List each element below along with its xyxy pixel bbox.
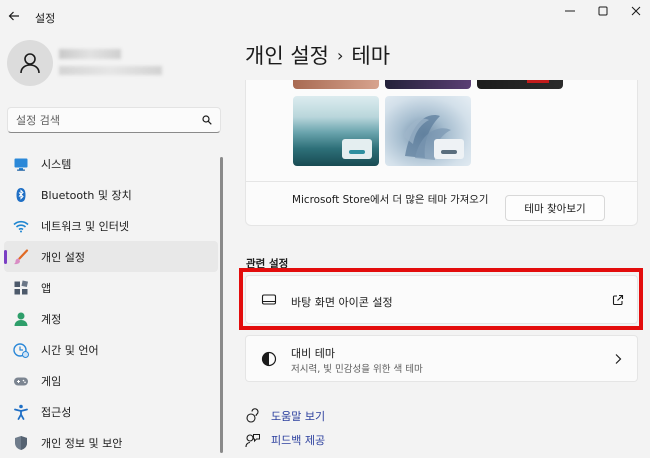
theme-gallery-card: Microsoft Store에서 더 많은 테마 가져오기 테마 찾아보기 (245, 80, 638, 226)
minimize-button[interactable] (555, 2, 585, 20)
theme-thumbnail-lake[interactable] (293, 96, 379, 166)
breadcrumb-separator: › (336, 46, 344, 65)
accessibility-icon (12, 403, 30, 421)
avatar (7, 40, 53, 86)
contrast-themes-title: 대비 테마 (291, 347, 335, 360)
monitor-icon (12, 155, 30, 173)
sidebar-item-label: 개인 정보 및 보안 (41, 436, 123, 450)
help-link-text[interactable]: 도움말 보기 (271, 408, 325, 424)
sidebar-item-privacy-security[interactable]: 개인 정보 및 보안 (4, 427, 218, 458)
theme-accent-swatch (527, 80, 549, 83)
maximize-button[interactable] (588, 2, 618, 20)
contrast-icon (260, 350, 278, 368)
sidebar-item-gaming[interactable]: 게임 (4, 365, 218, 396)
close-icon (631, 6, 641, 16)
page-title: 테마 (351, 44, 391, 68)
sidebar-item-label: 개인 설정 (41, 250, 85, 264)
search-input[interactable] (16, 113, 202, 127)
apps-icon (12, 279, 30, 297)
help-link[interactable]: 도움말 보기 (245, 408, 325, 424)
theme-preview-bar (441, 150, 457, 154)
feedback-link[interactable]: 피드백 제공 (245, 432, 325, 448)
browse-themes-button[interactable]: 테마 찾아보기 (505, 195, 605, 221)
sidebar-item-label: 계정 (41, 312, 62, 326)
account-icon (12, 310, 30, 328)
sidebar-nav: 시스템 Bluetooth 및 장치 네트워크 및 인터넷 개인 설정 앱 계정 (4, 148, 218, 458)
app-title: 설정 (35, 12, 56, 25)
desktop-icon-settings-title: 바탕 화면 아이콘 설정 (291, 296, 393, 309)
theme-preview-window (342, 139, 372, 159)
open-external-icon (611, 293, 625, 307)
sidebar-item-label: 네트워크 및 인터넷 (41, 219, 129, 233)
sidebar-item-label: 시스템 (41, 157, 72, 171)
breadcrumb: 개인 설정 › 테마 (245, 40, 390, 70)
help-icon (245, 408, 261, 424)
breadcrumb-parent[interactable]: 개인 설정 (245, 44, 329, 68)
wifi-icon (12, 217, 30, 235)
sidebar-item-label: 시간 및 언어 (41, 343, 99, 357)
sidebar-item-label: 접근성 (41, 405, 72, 419)
close-button[interactable] (621, 2, 650, 20)
sidebar-item-network[interactable]: 네트워크 및 인터넷 (4, 210, 218, 241)
theme-thumbnail[interactable] (293, 80, 379, 89)
sidebar-item-accounts[interactable]: 계정 (4, 303, 218, 334)
back-arrow-icon (8, 11, 19, 21)
sidebar-scrollbar[interactable] (220, 157, 223, 453)
sidebar-item-time-language[interactable]: 시간 및 언어 (4, 334, 218, 365)
desktop-icon (260, 291, 278, 309)
sidebar-item-label: Bluetooth 및 장치 (41, 188, 132, 202)
contrast-themes-card[interactable]: 대비 테마 저시력, 빛 민감성을 위한 색 테마 (245, 335, 638, 382)
maximize-icon (598, 6, 608, 16)
theme-preview-window (434, 139, 464, 159)
blurred-user-email (59, 66, 162, 75)
sidebar-item-system[interactable]: 시스템 (4, 148, 218, 179)
blurred-user-name (59, 49, 121, 59)
feedback-icon (245, 432, 261, 448)
minimize-icon (565, 10, 575, 12)
sidebar-item-apps[interactable]: 앱 (4, 272, 218, 303)
shield-icon (12, 434, 30, 452)
sidebar-item-label: 앱 (41, 281, 52, 295)
store-themes-text: Microsoft Store에서 더 많은 테마 가져오기 (292, 194, 489, 206)
desktop-icon-settings-card[interactable]: 바탕 화면 아이콘 설정 (245, 275, 638, 324)
theme-thumbnail[interactable] (477, 80, 563, 89)
theme-preview-bar (349, 150, 365, 154)
related-settings-heading: 관련 설정 (246, 258, 289, 270)
back-button[interactable] (4, 6, 24, 26)
sidebar-item-personalization[interactable]: 개인 설정 (4, 241, 218, 272)
sidebar-item-label: 게임 (41, 374, 62, 388)
gamepad-icon (12, 372, 30, 390)
search-icon (202, 115, 212, 125)
clock-globe-icon (12, 341, 30, 359)
theme-thumbnail-bloom[interactable] (385, 96, 471, 166)
contrast-themes-subtitle: 저시력, 빛 민감성을 위한 색 테마 (291, 364, 423, 375)
sidebar-item-bluetooth[interactable]: Bluetooth 및 장치 (4, 179, 218, 210)
search-box[interactable] (7, 107, 221, 133)
chevron-right-icon (611, 352, 625, 366)
sidebar-item-accessibility[interactable]: 접근성 (4, 396, 218, 427)
title-bar: 설정 (0, 0, 650, 34)
bluetooth-icon (12, 186, 30, 204)
brush-icon (12, 248, 30, 266)
theme-thumbnail[interactable] (385, 80, 471, 89)
user-icon (20, 53, 40, 74)
feedback-link-text[interactable]: 피드백 제공 (271, 432, 325, 448)
